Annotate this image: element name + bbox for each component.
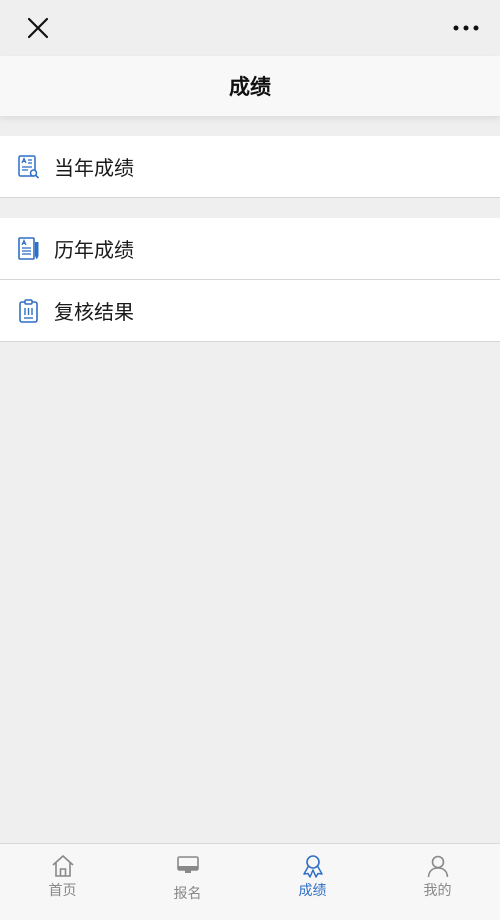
close-icon [27, 17, 49, 39]
home-icon [50, 854, 76, 878]
tab-home[interactable]: 首页 [0, 844, 125, 920]
tab-label: 我的 [423, 883, 452, 899]
close-button[interactable] [20, 10, 56, 46]
tab-label: 首页 [48, 883, 77, 899]
menu-item-current-scores[interactable]: 当年成绩 [0, 136, 500, 198]
award-ribbon-icon [300, 854, 326, 878]
more-button[interactable] [448, 10, 484, 46]
menu-group-current: 当年成绩 [0, 136, 500, 198]
tab-label: 成绩 [298, 883, 327, 899]
tab-label: 报名 [173, 886, 202, 902]
monitor-icon [175, 854, 201, 878]
page-title: 成绩 [229, 75, 271, 99]
menu-item-review-results[interactable]: 复核结果 [0, 280, 500, 342]
menu-group-history: 历年成绩 复核结果 [0, 218, 500, 342]
title-bar: 成绩 [0, 56, 500, 116]
clipboard-icon [17, 298, 41, 324]
menu-item-label: 历年成绩 [54, 238, 134, 262]
tab-mine[interactable]: 我的 [375, 844, 500, 920]
tab-scores[interactable]: 成绩 [250, 844, 375, 920]
user-icon [425, 854, 451, 878]
menu-item-history-scores[interactable]: 历年成绩 [0, 218, 500, 280]
tab-register[interactable]: 报名 [125, 844, 250, 920]
history-report-icon [17, 236, 41, 262]
bottom-tab-bar: 首页 报名 成绩 我的 [0, 843, 500, 920]
report-search-icon [17, 154, 41, 180]
more-icon [453, 25, 479, 31]
top-bar [0, 0, 500, 56]
menu-item-label: 复核结果 [54, 300, 134, 324]
menu-item-label: 当年成绩 [54, 156, 134, 180]
